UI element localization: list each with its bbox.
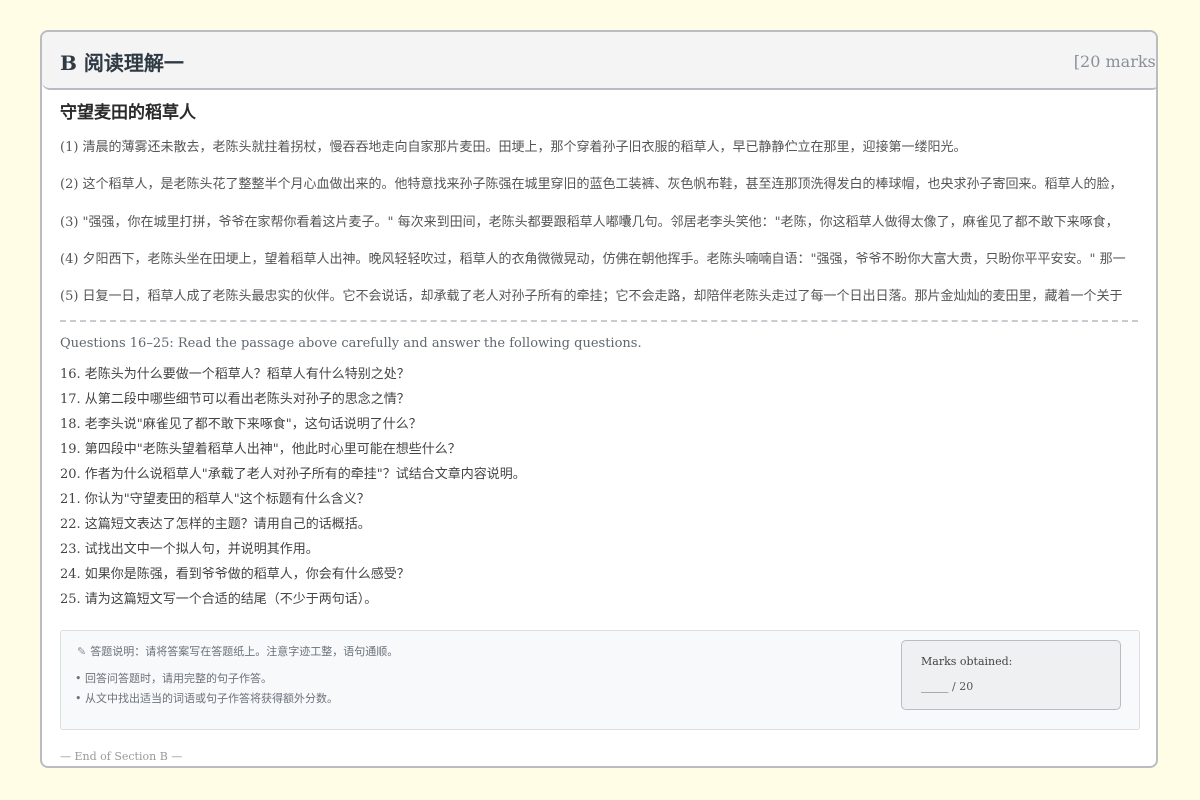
answer-instructions-box: ✎ 答题说明：请将答案写在答题纸上。注意字迹工整，语句通顺。 • 回答问答题时，请… bbox=[60, 630, 1140, 730]
question-19: 19. 第四段中"老陈头望着稻草人出神"，他此时心里可能在想些什么？ bbox=[60, 442, 461, 457]
instructions-main: ✎ 答题说明：请将答案写在答题纸上。注意字迹工整，语句通顺。 bbox=[77, 643, 398, 659]
question-25: 25. 请为这篇短文写一个合适的结尾（不少于两句话）。 bbox=[60, 592, 378, 607]
marks-obtained-value: _____ / 20 bbox=[921, 680, 974, 693]
question-23: 23. 试找出文中一个拟人句，并说明其作用。 bbox=[60, 542, 319, 557]
question-22: 22. 这篇短文表达了怎样的主题？请用自己的话概括。 bbox=[60, 517, 371, 532]
section-divider bbox=[60, 320, 1138, 322]
section-title: B 阅读理解一 bbox=[60, 51, 184, 75]
pencil-icon: ✎ bbox=[77, 645, 87, 658]
question-21: 21. 你认为"守望麦田的稻草人"这个标题有什么含义？ bbox=[60, 492, 370, 507]
question-18: 18. 老李头说"麻雀见了都不敢下来啄食"，这句话说明了什么？ bbox=[60, 417, 422, 432]
instructions-bullet-2: • 从文中找出适当的词语或句子作答将获得额外分数。 bbox=[75, 692, 338, 705]
instructions-main-text: 答题说明：请将答案写在答题纸上。注意字迹工整，语句通顺。 bbox=[90, 645, 399, 658]
passage-paragraph-1: (1) 清晨的薄雾还未散去，老陈头就拄着拐杖，慢吞吞地走向自家那片麦田。田埂上，… bbox=[60, 140, 967, 155]
section-marks: [20 marks] bbox=[1073, 52, 1158, 71]
passage-paragraph-2: (2) 这个稻草人，是老陈头花了整整半个月心血做出来的。他特意找来孙子陈强在城里… bbox=[60, 177, 1123, 192]
passage-paragraph-5: (5) 日复一日，稻草人成了老陈头最忠实的伙伴。它不会说话，却承载了老人对孙子所… bbox=[60, 289, 1123, 304]
exam-section-sheet: B 阅读理解一 [20 marks] 守望麦田的稻草人 (1) 清晨的薄雾还未散… bbox=[40, 30, 1158, 768]
marks-obtained-box: Marks obtained: _____ / 20 bbox=[901, 640, 1121, 710]
passage-paragraph-4: (4) 夕阳西下，老陈头坐在田埂上，望着稻草人出神。晚风轻轻吹过，稻草人的衣角微… bbox=[60, 252, 1126, 267]
questions-intro: Questions 16–25: Read the passage above … bbox=[60, 336, 642, 351]
question-20: 20. 作者为什么说稻草人"承载了老人对孙子所有的牵挂"？试结合文章内容说明。 bbox=[60, 467, 526, 482]
passage-title: 守望麦田的稻草人 bbox=[60, 103, 196, 123]
instructions-bullet-1: • 回答问答题时，请用完整的句子作答。 bbox=[75, 672, 272, 685]
question-17: 17. 从第二段中哪些细节可以看出老陈头对孙子的思念之情？ bbox=[60, 392, 410, 407]
section-footer: — End of Section B — bbox=[60, 750, 183, 763]
question-24: 24. 如果你是陈强，看到爷爷做的稻草人，你会有什么感受？ bbox=[60, 567, 410, 582]
question-16: 16. 老陈头为什么要做一个稻草人？稻草人有什么特别之处？ bbox=[60, 367, 410, 382]
marks-obtained-label: Marks obtained: bbox=[921, 655, 1013, 668]
passage-paragraph-3: (3) "强强，你在城里打拼，爷爷在家帮你看着这片麦子。" 每次来到田间，老陈头… bbox=[60, 215, 1119, 230]
section-header: B 阅读理解一 [20 marks] bbox=[42, 32, 1158, 90]
